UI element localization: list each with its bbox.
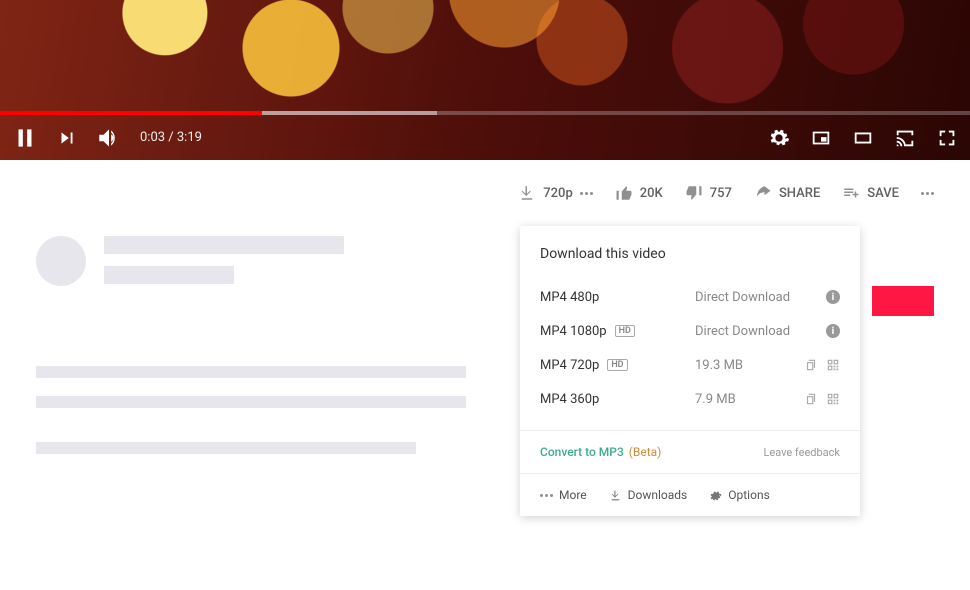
video-actions-bar: 720p 20K 757 SHARE SAVE [0,160,970,202]
download-option[interactable]: MP4 1080p HD Direct Downloadi [540,314,840,348]
description-placeholder [36,366,466,454]
player-controls: 0:03 / 3:19 [0,115,970,160]
time-display: 0:03 / 3:19 [140,130,202,145]
qr-icon[interactable] [826,358,840,372]
options-label: Options [728,488,770,502]
divider [520,473,860,474]
ellipsis-icon [580,192,593,195]
like-button[interactable]: 20K [615,184,663,202]
download-quality-button[interactable]: 720p [518,184,592,202]
format-label: MP4 360p [540,392,599,407]
convert-row[interactable]: Convert to MP3 (Beta) Leave feedback [540,445,840,459]
download-option[interactable]: MP4 720p HD 19.3 MB [540,348,840,382]
format-info: Direct Download [695,324,826,339]
downloads-button[interactable]: Downloads [609,488,688,502]
thumbs-down-icon [685,184,703,202]
copy-icon[interactable] [804,358,818,372]
video-player[interactable]: 0:03 / 3:19 [0,0,970,160]
info-icon[interactable]: i [826,324,840,338]
format-label: MP4 1080p [540,324,607,339]
convert-label: Convert to MP3 [540,445,624,459]
options-button[interactable]: Options [709,488,770,502]
format-label: MP4 480p [540,290,599,305]
gear-icon [768,127,790,149]
format-info: 19.3 MB [695,358,804,373]
dislike-count: 757 [710,186,732,201]
save-button[interactable]: SAVE [842,184,899,202]
playlist-add-icon [842,184,860,202]
ellipsis-icon [540,494,553,497]
save-label: SAVE [867,186,899,201]
dislike-button[interactable]: 757 [685,184,732,202]
cast-button[interactable] [894,127,916,149]
downloads-label: Downloads [628,488,688,502]
title-placeholder [104,236,344,296]
thumbs-up-icon [615,184,633,202]
divider [520,430,860,431]
more-label: More [559,488,587,502]
settings-button[interactable] [768,127,790,149]
format-info: Direct Download [695,290,826,305]
format-label: MP4 720p [540,358,599,373]
pause-icon [12,125,38,151]
more-actions-button[interactable] [921,192,934,195]
fullscreen-button[interactable] [936,127,958,149]
feedback-link[interactable]: Leave feedback [763,446,840,459]
download-icon [518,184,536,202]
miniplayer-icon [810,127,832,149]
miniplayer-button[interactable] [810,127,832,149]
download-quality-label: 720p [543,186,572,201]
cast-icon [894,127,916,149]
qr-icon[interactable] [826,392,840,406]
beta-label: (Beta) [629,445,662,459]
theater-button[interactable] [852,127,874,149]
theater-icon [852,127,874,149]
popup-footer: More Downloads Options [540,488,840,502]
subscribe-button[interactable] [872,286,934,316]
share-icon [754,184,772,202]
next-icon [56,127,78,149]
more-button[interactable]: More [540,488,587,502]
hd-badge: HD [615,325,635,337]
hd-badge: HD [607,359,627,371]
volume-icon [96,125,122,151]
share-button[interactable]: SHARE [754,184,820,202]
ellipsis-icon [921,192,934,195]
download-icon [609,489,622,502]
format-info: 7.9 MB [695,392,804,407]
fullscreen-icon [936,127,958,149]
next-button[interactable] [56,127,78,149]
download-option[interactable]: MP4 360p 7.9 MB [540,382,840,416]
download-popup: Download this video MP4 480p Direct Downl… [520,226,860,516]
avatar[interactable] [36,236,86,286]
share-label: SHARE [779,186,820,201]
volume-button[interactable] [96,125,122,151]
like-count: 20K [640,186,663,201]
popup-title: Download this video [540,246,840,262]
pause-button[interactable] [12,125,38,151]
copy-icon[interactable] [804,392,818,406]
gear-icon [709,489,722,502]
info-icon[interactable]: i [826,290,840,304]
download-option[interactable]: MP4 480p Direct Downloadi [540,280,840,314]
